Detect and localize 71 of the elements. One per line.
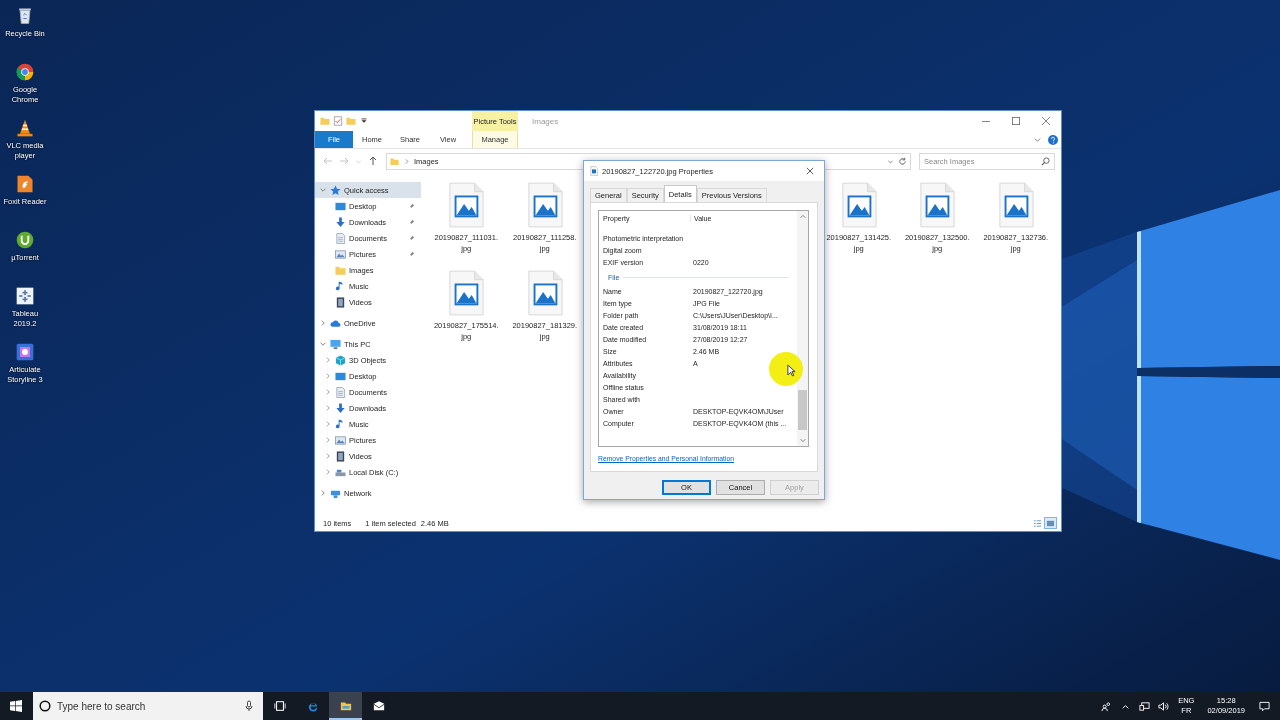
- scrollbar-thumb[interactable]: [798, 390, 807, 430]
- refresh-icon[interactable]: [898, 156, 907, 166]
- scroll-up-icon[interactable]: [798, 213, 807, 221]
- volume-icon[interactable]: [1158, 700, 1170, 712]
- cloud-icon: [330, 317, 341, 329]
- image-file-icon[interactable]: [918, 182, 957, 228]
- scrollbar[interactable]: [797, 211, 808, 446]
- chevron-icon[interactable]: [319, 489, 327, 497]
- list-icon: [1033, 518, 1042, 528]
- image-file-icon[interactable]: [996, 182, 1035, 228]
- folder-icon: [339, 700, 352, 712]
- scroll-down-icon[interactable]: [798, 436, 807, 444]
- large-icons-view-button[interactable]: [1044, 517, 1057, 529]
- document-icon: [335, 232, 346, 244]
- search-icon: [1041, 156, 1050, 166]
- folder-icon: [390, 156, 399, 166]
- chevron-icon[interactable]: [324, 452, 332, 460]
- download-arrow-icon: [335, 216, 346, 228]
- computer-icon: [330, 338, 341, 350]
- chevron-icon[interactable]: [324, 388, 332, 396]
- chevron-icon[interactable]: [319, 186, 327, 194]
- chevron-icon[interactable]: [319, 340, 327, 348]
- cube-icon: [335, 354, 346, 366]
- film-icon: [335, 450, 346, 462]
- maximize-icon: [1012, 117, 1020, 125]
- chevron-icon[interactable]: [324, 356, 332, 364]
- taskbar-button[interactable]: [329, 692, 362, 720]
- close-icon: [1042, 117, 1050, 125]
- image-file-icon[interactable]: [839, 182, 878, 228]
- thumbnail-icon: [1046, 518, 1055, 528]
- image-file-icon[interactable]: [525, 182, 564, 228]
- chevron-down-icon[interactable]: [1033, 135, 1042, 144]
- picture-icon: [335, 434, 346, 446]
- envelope-icon: [372, 700, 385, 712]
- image-file-icon[interactable]: [447, 182, 486, 228]
- notifications-icon[interactable]: [1259, 700, 1270, 712]
- task-view-icon: [273, 700, 286, 712]
- star-icon: [330, 184, 341, 196]
- help-icon[interactable]: [1048, 134, 1058, 145]
- image-file-icon[interactable]: [525, 270, 564, 316]
- chevron-icon[interactable]: [324, 372, 332, 380]
- picture-icon: [335, 248, 346, 260]
- details-view-button[interactable]: [1031, 517, 1044, 529]
- chevron-right-icon: [403, 157, 410, 165]
- search-field[interactable]: Type here to search: [33, 692, 263, 720]
- traffic-cone-icon[interactable]: [15, 118, 35, 138]
- network-icon[interactable]: [1139, 700, 1151, 712]
- chevron-icon[interactable]: [324, 468, 332, 476]
- utorrent-icon[interactable]: [15, 230, 35, 250]
- folder-icon: [335, 264, 346, 276]
- chevron-icon[interactable]: [324, 436, 332, 444]
- windows-logo-icon: [9, 700, 22, 712]
- film-icon: [335, 296, 346, 308]
- chevron-icon[interactable]: [324, 404, 332, 412]
- cursor-icon: [787, 364, 796, 377]
- monitor-icon: [335, 200, 346, 212]
- up-arrow-icon[interactable]: [368, 156, 378, 166]
- chrome-icon[interactable]: [15, 62, 35, 82]
- chevron-icon[interactable]: [324, 420, 332, 428]
- window-title: Images: [532, 115, 559, 128]
- image-file-icon: [590, 166, 598, 176]
- microphone-icon[interactable]: [243, 700, 255, 712]
- monitor-icon: [335, 370, 346, 382]
- download-arrow-icon: [335, 402, 346, 414]
- chevron-icon[interactable]: [319, 319, 327, 327]
- close-icon: [806, 167, 814, 175]
- circle-icon: [39, 700, 51, 712]
- people-icon[interactable]: [1101, 700, 1113, 712]
- image-file-icon[interactable]: [447, 270, 486, 316]
- properties-icon[interactable]: [333, 116, 343, 126]
- document-icon: [335, 386, 346, 398]
